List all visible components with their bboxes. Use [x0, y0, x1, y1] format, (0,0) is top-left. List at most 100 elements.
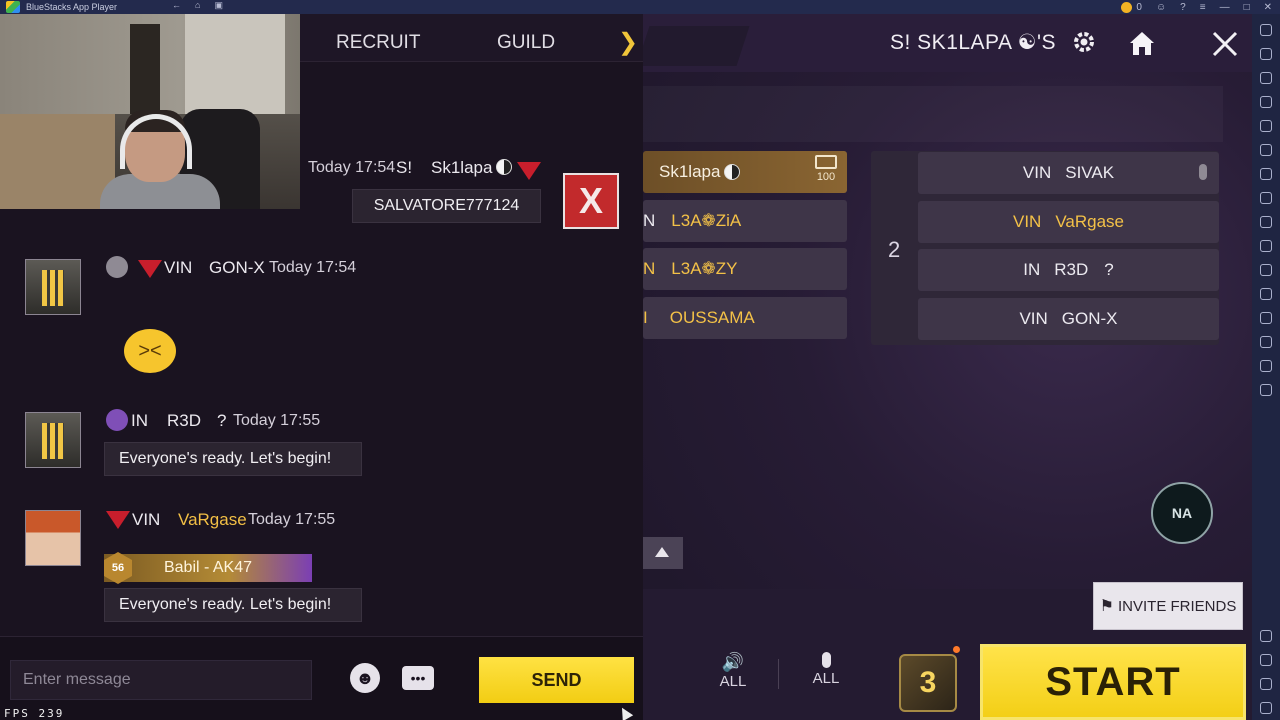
player-guild: I: [643, 308, 648, 327]
apk-install-icon[interactable]: [1260, 192, 1272, 204]
team2-slot-3[interactable]: IN R3D ?: [918, 249, 1219, 291]
coin-counter[interactable]: 0: [1121, 1, 1142, 13]
helmet-badge-icon: [106, 256, 128, 278]
divider: [778, 659, 779, 689]
player-guild: VIN: [1022, 163, 1052, 182]
avatar[interactable]: [25, 412, 81, 468]
player-avatar-x-icon[interactable]: X: [563, 173, 619, 229]
home-icon[interactable]: ⌂: [195, 0, 200, 11]
maximize-icon[interactable]: □: [1244, 2, 1250, 13]
avatar[interactable]: [25, 510, 81, 566]
android-back-icon[interactable]: [1260, 654, 1272, 666]
bluestacks-sidebar: [1252, 14, 1280, 720]
caret-up-icon: [655, 547, 669, 557]
settings-icon[interactable]: [1260, 630, 1272, 642]
screenshot-icon[interactable]: [1260, 216, 1272, 228]
player-guild: IN: [1023, 260, 1041, 279]
shake-icon[interactable]: [1260, 288, 1272, 300]
mic-all-button[interactable]: ALL: [806, 652, 846, 687]
quick-message-icon[interactable]: •••: [402, 666, 434, 690]
add-friend-icon: ⚑: [1099, 598, 1114, 615]
record-icon[interactable]: [1260, 240, 1272, 252]
message-time: Today 17:55: [233, 412, 321, 429]
keymap-icon[interactable]: [1260, 72, 1272, 84]
player-guild: N: [643, 259, 656, 278]
message-sender: Sk1lapa: [431, 158, 513, 178]
player-name: R3D: [1054, 260, 1089, 279]
team1-slot-4[interactable]: I OUSSAMA: [643, 297, 847, 339]
team2-slot-2[interactable]: VIN VaRgase: [918, 201, 1219, 243]
yinyang-icon: [724, 164, 741, 180]
speaker-icon: 🔊: [721, 652, 745, 672]
invite-label: INVITE FRIENDS: [1117, 597, 1237, 615]
layers-icon[interactable]: [1260, 336, 1272, 348]
close-icon[interactable]: [1209, 28, 1241, 60]
macro-icon[interactable]: [1260, 120, 1272, 132]
chevron-right-icon[interactable]: ❯: [618, 28, 638, 57]
team1-slot-own[interactable]: Sk1lapa 100: [643, 151, 847, 193]
message-sender: R3D: [167, 411, 202, 430]
back-icon[interactable]: ←: [172, 0, 181, 11]
speaker-all-button[interactable]: 🔊 ALL: [713, 652, 753, 690]
house-icon[interactable]: [1127, 28, 1157, 58]
smiley-icon[interactable]: ☻: [350, 663, 380, 693]
team2-slot-1[interactable]: VIN SIVAK: [918, 152, 1219, 194]
guild-emblem[interactable]: NA: [1151, 482, 1213, 544]
volume-icon[interactable]: [1260, 48, 1272, 60]
lobby-header: S! SK1LAPA ☯'S: [643, 14, 1252, 72]
fps-counter: FPS 239: [4, 707, 65, 720]
window-close-icon[interactable]: ✕: [1264, 2, 1272, 13]
team1-slot-2[interactable]: N L3A❁ZiA: [643, 200, 847, 242]
minimize-icon[interactable]: —: [1220, 2, 1230, 13]
message-bubble: Everyone's ready. Let's begin!: [104, 588, 362, 622]
message-time: Today 17:55: [248, 511, 336, 528]
multi-instance-icon[interactable]: ▣: [214, 0, 223, 11]
cube-item-button[interactable]: 3: [899, 654, 957, 712]
mic-muted-icon: [1199, 164, 1207, 180]
player-guild: VIN: [1019, 309, 1048, 328]
media-folder-icon[interactable]: [1260, 264, 1272, 276]
message-time: Today 17:54: [269, 259, 357, 276]
collapse-tab[interactable]: [643, 537, 683, 569]
rank-badge-icon: [517, 162, 541, 180]
invite-friends-button[interactable]: ⚑ INVITE FRIENDS: [1093, 582, 1243, 630]
menu-icon[interactable]: ≡: [1200, 2, 1206, 13]
team-title: S! SK1LAPA ☯'S: [890, 31, 1057, 54]
send-button[interactable]: SEND: [479, 657, 634, 703]
gamepad-icon[interactable]: [1260, 96, 1272, 108]
player-name: OUSSAMA: [669, 308, 755, 327]
mic-icon: [821, 652, 831, 668]
performance-icon[interactable]: [1260, 168, 1272, 180]
bluestacks-logo-icon: [6, 1, 20, 13]
start-button[interactable]: START: [980, 644, 1246, 720]
tab-guild[interactable]: GUILD: [497, 32, 555, 54]
webcam-shelf: [185, 14, 285, 114]
account-icon[interactable]: ☺: [1156, 2, 1166, 13]
sync-icon[interactable]: [1260, 144, 1272, 156]
team2-slot-4[interactable]: VIN GON-X: [918, 298, 1219, 340]
rotate-icon[interactable]: [1260, 360, 1272, 372]
message-guild: S!: [396, 158, 413, 177]
help-icon[interactable]: ?: [1180, 2, 1186, 13]
player-name: VaRgase: [1055, 212, 1125, 231]
player-name: SIVAK: [1065, 163, 1115, 182]
side-toggle-icon[interactable]: [1260, 384, 1272, 396]
lobby-tab[interactable]: [643, 26, 750, 66]
message-input[interactable]: [10, 660, 312, 700]
fullscreen-icon[interactable]: [1260, 24, 1272, 36]
coin-count: 0: [1136, 1, 1142, 13]
bluestacks-title-bar: BlueStacks App Player ← ⌂ ▣ 0 ☺ ? ≡ — □ …: [0, 0, 1280, 14]
tab-recruit[interactable]: RECRUIT: [336, 32, 420, 54]
android-recents-icon[interactable]: [1260, 702, 1272, 714]
weapon-card: Babil - AK47: [104, 554, 312, 582]
gear-icon[interactable]: [1072, 30, 1096, 54]
avatar[interactable]: [25, 259, 81, 315]
monitor-icon: [815, 155, 837, 169]
rank-badge-icon: [106, 409, 128, 431]
player-name: L3A❁ZY: [671, 259, 738, 278]
message-sender: VaRgase: [178, 510, 247, 529]
eco-mode-icon[interactable]: [1260, 312, 1272, 324]
android-home-icon[interactable]: [1260, 678, 1272, 690]
team1-slot-3[interactable]: N L3A❁ZY: [643, 248, 847, 290]
message-sender-suffix: ?: [217, 411, 227, 430]
